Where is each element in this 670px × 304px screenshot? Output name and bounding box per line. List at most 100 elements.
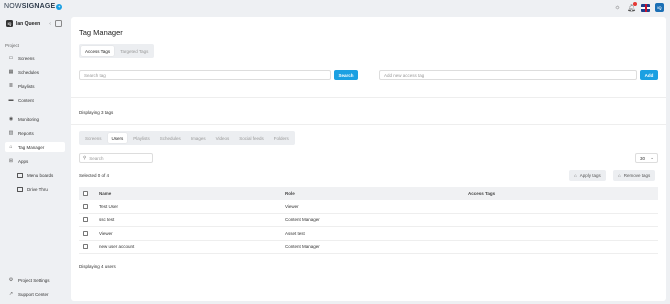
tab-users[interactable]: Users — [107, 133, 128, 143]
tab-access-tags[interactable]: Access Tags — [81, 46, 115, 56]
sidebar-item-label: Tag Manager — [18, 144, 45, 150]
table-row[interactable]: ssc test Content Manager — [79, 214, 658, 227]
cell-role: Viewer — [285, 203, 299, 209]
sidebar-item-label: Support Center — [18, 291, 49, 297]
tags-count: Displaying 3 tags — [79, 110, 114, 115]
cell-name: new user account — [99, 244, 135, 250]
row-checkbox[interactable] — [83, 217, 88, 223]
user-search-input[interactable]: ⚲ Search — [79, 153, 153, 163]
table-row[interactable]: Viewer Asset test — [79, 227, 658, 241]
users-count: Displaying 4 users — [79, 264, 116, 269]
page-title: Tag Manager — [79, 28, 123, 37]
page-size-value: 30 — [640, 155, 646, 161]
section-project-label: Project — [5, 43, 20, 48]
sidebar-item-apps[interactable]: ⊞ Apps — [5, 156, 65, 166]
divider — [71, 124, 666, 125]
row-checkbox[interactable] — [83, 230, 88, 236]
table-row[interactable]: new user account Content Manager — [79, 241, 658, 254]
table-header: Name Role Access Tags — [79, 187, 658, 200]
avatar[interactable]: IQ — [655, 3, 664, 12]
sidebar-item-label: Drive Thru — [27, 186, 48, 192]
sidebar-item-content[interactable]: ▬ Content — [5, 95, 65, 105]
menu-board-icon — [17, 172, 23, 178]
selection-count: Selected 0 of 4 — [79, 173, 110, 178]
sidebar-item-label: Screens — [18, 55, 35, 61]
main-panel: Tag Manager Access Tags Targeted Tags Se… — [71, 17, 666, 301]
tag-remove-icon: ⌂ — [618, 173, 621, 178]
sidebar-item-label: Playlists — [18, 83, 35, 89]
column-name[interactable]: Name — [99, 191, 111, 196]
search-icon: ⚲ — [83, 155, 87, 160]
bell-icon[interactable]: 🔔︎ — [627, 2, 637, 12]
calendar-icon: ▦ — [8, 69, 14, 75]
sidebar-item-schedules[interactable]: ▦ Schedules — [5, 67, 65, 77]
sidebar-item-label: Content — [18, 97, 34, 103]
user-switcher[interactable]: IQ Ian Queen ‹ — [6, 20, 51, 27]
sidebar-item-project-settings[interactable]: ⚙ Project Settings — [5, 275, 65, 285]
brand-signage: SIGNAGE — [21, 3, 56, 10]
sun-icon[interactable]: ☼ — [613, 3, 622, 12]
table-row[interactable]: Test User Viewer — [79, 200, 658, 214]
playlist-icon: ≣ — [8, 83, 14, 89]
search-button[interactable]: Search — [334, 70, 358, 80]
tag-search-input[interactable]: Search tag — [79, 70, 331, 80]
page-size-select[interactable]: 30 ⌄ — [635, 153, 658, 163]
column-access-tags[interactable]: Access Tags — [468, 191, 495, 196]
tab-social-feeds[interactable]: Social feeds — [235, 133, 268, 143]
row-checkbox[interactable] — [83, 244, 88, 250]
add-button[interactable]: Add — [640, 70, 658, 80]
select-all-checkbox[interactable] — [83, 191, 88, 196]
cell-name: ssc test — [99, 217, 115, 223]
uk-flag-icon[interactable] — [641, 3, 650, 12]
sidebar-item-label: Schedules — [18, 69, 40, 75]
sidebar-item-label: Menu boards — [27, 172, 54, 178]
sidebar-collapse-icon[interactable] — [55, 20, 62, 27]
user-name: Ian Queen — [16, 20, 41, 27]
cell-role: Content Manager — [285, 217, 320, 223]
brand-mark-icon: + — [56, 3, 63, 10]
apply-tags-button[interactable]: ⌂ Apply tags — [569, 170, 606, 181]
remove-tags-button[interactable]: ⌂ Remove tags — [613, 170, 656, 181]
sidebar-item-support-center[interactable]: ↗ Support Center — [5, 289, 65, 299]
top-bar: NOW SIGNAGE + ☼ 🔔︎ IQ — [0, 0, 670, 16]
sidebar-item-tag-manager[interactable]: ⌂ Tag Manager — [5, 142, 65, 152]
divider — [71, 97, 666, 98]
drive-thru-icon — [17, 186, 23, 192]
add-tag-input[interactable]: Add new access tag — [379, 70, 637, 80]
brand-logo[interactable]: NOW SIGNAGE + — [4, 3, 63, 10]
monitoring-icon: ◉ — [8, 116, 14, 122]
gear-icon: ⚙ — [8, 277, 14, 283]
brand-now: NOW — [4, 3, 22, 10]
sidebar-item-menu-boards[interactable]: Menu boards — [14, 170, 64, 180]
sidebar-item-label: Monitoring — [18, 116, 40, 122]
tab-targeted-tags[interactable]: Targeted Tags — [116, 46, 152, 56]
user-search-placeholder: Search — [89, 155, 104, 161]
chart-icon: ▥ — [8, 130, 14, 136]
tab-schedules[interactable]: Schedules — [156, 133, 185, 143]
notification-badge — [633, 2, 637, 6]
tab-playlists[interactable]: Playlists — [129, 133, 154, 143]
row-checkbox[interactable] — [83, 203, 88, 209]
sidebar-item-monitoring[interactable]: ◉ Monitoring — [5, 114, 65, 124]
tab-screens[interactable]: Screens — [81, 133, 106, 143]
entity-tabs: Screens Users Playlists Schedules Images… — [79, 131, 295, 145]
column-role[interactable]: Role — [285, 191, 295, 196]
tag-icon: ⌂ — [9, 144, 13, 150]
sidebar-item-reports[interactable]: ▥ Reports — [5, 128, 65, 138]
brand-mark: + — [58, 4, 61, 9]
tab-videos[interactable]: Videos — [212, 133, 234, 143]
apply-tags-label: Apply tags — [579, 173, 601, 178]
tab-folders[interactable]: Folders — [270, 133, 293, 143]
sidebar-item-label: Reports — [18, 130, 34, 136]
chevron-left-icon: ‹ — [49, 20, 51, 27]
tab-images[interactable]: Images — [187, 133, 210, 143]
sidebar-item-screens[interactable]: ▭ Screens — [5, 53, 65, 63]
sidebar: IQ Ian Queen ‹ Project ▭ Screens ▦ Schedul… — [0, 16, 70, 304]
apps-icon: ⊞ — [8, 158, 14, 164]
cell-name: Test User — [99, 203, 119, 209]
sidebar-item-drive-thru[interactable]: Drive Thru — [14, 184, 64, 194]
tag-type-tabs: Access Tags Targeted Tags — [79, 44, 155, 58]
sidebar-item-label: Apps — [18, 158, 29, 164]
tag-icon: ⌂ — [574, 173, 577, 178]
sidebar-item-playlists[interactable]: ≣ Playlists — [5, 81, 65, 91]
